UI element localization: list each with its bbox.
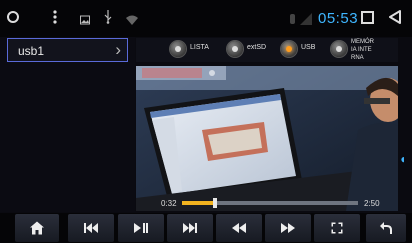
more-vert-icon[interactable]	[52, 10, 58, 29]
previous-track-button[interactable]	[68, 214, 114, 242]
mute-icon	[289, 12, 297, 30]
status-bar: 05:53	[0, 0, 412, 37]
return-button[interactable]	[366, 214, 406, 242]
source-option-lista[interactable]: LISTA	[170, 38, 220, 62]
rewind-button[interactable]	[216, 214, 262, 242]
chevron-right-icon: ›	[115, 40, 121, 59]
gallery-icon	[80, 12, 90, 30]
option-label: USB	[301, 44, 316, 51]
back-triangle-icon[interactable]	[389, 10, 401, 29]
total-time: 2:50	[364, 199, 380, 208]
current-time: 0:32	[161, 199, 177, 208]
sidebar	[0, 37, 135, 212]
next-track-button[interactable]	[167, 214, 213, 242]
source-option-extsd[interactable]: extSD	[227, 38, 277, 62]
no-signal-icon	[300, 12, 312, 30]
option-label: LISTA	[190, 44, 209, 51]
source-selector[interactable]: usb1 ›	[7, 38, 128, 62]
radio-selected-icon	[281, 41, 297, 57]
circle-icon[interactable]	[6, 10, 20, 29]
rewind-icon	[232, 223, 246, 233]
option-label-line1: MEMÓR	[351, 39, 374, 45]
skip-next-icon	[183, 223, 197, 233]
clock: 05:53	[318, 10, 359, 27]
return-icon	[380, 222, 392, 234]
option-label-line3: RNA	[351, 55, 364, 61]
edge-handle-icon[interactable]: ◖	[399, 152, 409, 166]
source-option-usb[interactable]: USB	[281, 38, 326, 62]
source-options: LISTA extSD USB MEMÓR IA INTE RNA	[136, 38, 398, 62]
home-icon	[30, 221, 44, 235]
option-label: extSD	[247, 44, 267, 51]
radio-icon	[227, 41, 243, 57]
option-label-line2: IA INTE	[351, 47, 372, 53]
skip-previous-icon	[84, 223, 98, 233]
video-image	[136, 66, 398, 211]
progress-knob[interactable]	[213, 198, 218, 208]
fast-forward-icon	[281, 223, 295, 233]
square-icon[interactable]	[361, 11, 374, 29]
progress-bar[interactable]	[182, 198, 358, 208]
source-label: usb1	[18, 44, 45, 58]
wifi-icon	[126, 12, 138, 30]
progress-fill	[182, 201, 216, 205]
usb-icon	[104, 10, 112, 29]
fullscreen-icon	[331, 222, 343, 234]
play-pause-icon	[134, 223, 148, 233]
radio-icon	[331, 41, 347, 57]
video-frame[interactable]	[136, 66, 398, 211]
home-button[interactable]	[15, 214, 59, 242]
fullscreen-button[interactable]	[314, 214, 360, 242]
source-option-internal-memory[interactable]: MEMÓR IA INTE RNA	[331, 38, 397, 62]
play-pause-button[interactable]	[118, 214, 164, 242]
radio-icon	[170, 41, 186, 57]
fast-forward-button[interactable]	[265, 214, 311, 242]
